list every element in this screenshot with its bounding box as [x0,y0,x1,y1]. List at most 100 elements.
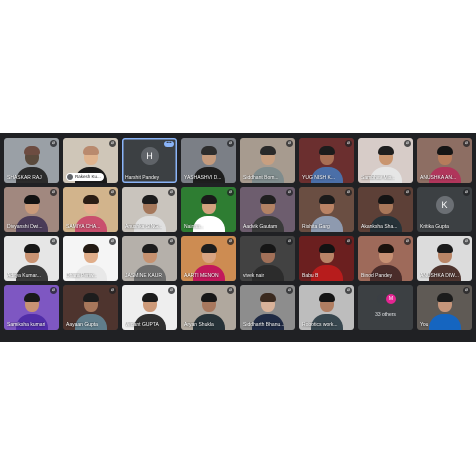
participant-name: YUG NISH K... [302,175,336,181]
person-hair [436,146,453,155]
person-hair [259,293,276,302]
participant-tile[interactable]: ⌀ Anushka SING... [122,187,177,232]
person-hair [318,195,335,204]
participant-tile[interactable]: ⌀ Babu B [299,236,354,281]
participant-name: AARTI MENON [184,273,219,279]
participant-name: ANUSHKA DIW... [420,273,459,279]
participant-name: Rishita Garg [302,224,330,230]
participant-tile[interactable]: ⌀ Sambhav Mis... [358,138,413,183]
person-hair [23,244,40,253]
participant-tile[interactable]: ⌀ Binod Pandey [358,236,413,281]
person-hair [200,146,217,155]
participant-name: Vedant GUPTA [125,322,159,328]
participant-tile[interactable]: ⌀ Robotics work... [299,285,354,330]
others-tile[interactable]: M 33 others [358,285,413,330]
participant-tile[interactable]: ⌀ Rakesh Ku... [63,138,118,183]
participant-name: Robotics work... [302,322,338,328]
participant-tile[interactable]: ⌀ Vedant GUPTA [122,285,177,330]
person-hair [23,293,40,302]
mic-off-icon: ⌀ [286,238,293,245]
participant-tile[interactable]: ⌀ Aryan Shukla [181,285,236,330]
mic-off-icon: ⌀ [50,140,57,147]
participant-name: SHASKAR RAJ [7,175,42,181]
mic-off-icon: ⌀ [109,140,116,147]
avatar: K [435,196,454,214]
participant-name: JASMINE KAUR [125,273,162,279]
mic-off-icon: ⌀ [109,287,116,294]
participant-tile[interactable]: ⌀ Aditya Kumar... [4,236,59,281]
mic-off-icon: ⌀ [109,238,116,245]
mic-off-icon: ⌀ [345,140,352,147]
participant-tile[interactable]: ⌀ Dhara Periw... [63,236,118,281]
person-hair [377,146,394,155]
others-count: 33 others [375,312,396,318]
person-hair [141,244,158,253]
mic-off-icon: ⌀ [463,140,470,147]
participant-tile[interactable]: ⌀ JASMINE KAUR [122,236,177,281]
participant-grid: ⌀ SHASKAR RAJ ⌀ Rakesh Ku... H ••• Harshit Pan… [4,138,472,330]
participant-name: Nainaa... [184,224,205,230]
participant-tile[interactable]: ⌀ Aayaan Gupta [63,285,118,330]
participant-tile[interactable]: ⌀ ANUSHKA DIW... [417,236,472,281]
mic-off-icon: ⌀ [50,287,57,294]
participant-name: Siddhant Bom... [243,175,279,181]
person-hair [200,244,217,253]
participant-name: You [420,322,429,328]
person-hair [377,244,394,253]
participant-tile[interactable]: ⌀ SHASKAR RAJ [4,138,59,183]
participant-tile[interactable]: ⌀ Aadvik Gautam [240,187,295,232]
participant-name: Harshit Pandey [125,175,160,181]
mic-off-icon: ⌀ [345,238,352,245]
mic-off-icon: ⌀ [168,189,175,196]
mic-off-icon: ⌀ [168,287,175,294]
participant-tile[interactable]: ⌀ Divyanshi Dwi... [4,187,59,232]
mic-off-icon: ⌀ [50,238,57,245]
participant-name: vivek nair [243,273,265,279]
person-hair [141,195,158,204]
participant-name: Anushka SING... [125,224,163,230]
person-hair [23,195,40,204]
mic-off-icon: ⌀ [345,287,352,294]
participant-tile[interactable]: ⌀ Rishita Garg [299,187,354,232]
participant-tile[interactable]: ⌀ SAMIYA CHA... [63,187,118,232]
participant-name: Aadvik Gautam [243,224,278,230]
participant-tile[interactable]: H ••• Harshit Pandey [122,138,177,183]
mic-off-icon: ⌀ [404,238,411,245]
avatar [67,174,73,180]
person-hair [436,244,453,253]
participant-name: Sambhav Mis... [361,175,396,181]
participant-tile[interactable]: ⌀ Akanksha Sha... [358,187,413,232]
participant-tile[interactable]: ⌀ YASHASHVI D... [181,138,236,183]
meeting-window: ⌀ SHASKAR RAJ ⌀ Rakesh Ku... H ••• Harshit Pan… [0,133,476,342]
participant-tile[interactable]: ⌀ AARTI MENON [181,236,236,281]
mic-off-icon: ⌀ [463,287,470,294]
participant-tile[interactable]: ⌀ vivek nair [240,236,295,281]
person-hair [82,195,99,204]
person-hair [259,146,276,155]
mic-off-icon: ⌀ [404,189,411,196]
participant-name: Samiksha kumari [7,322,46,328]
participant-name: Divyanshi Dwi... [7,224,43,230]
others-avatar: M [386,294,396,304]
participant-tile[interactable]: ⌀ YUG NISH K... [299,138,354,183]
participant-name: Siddharth Bhanu... [243,322,285,328]
participant-tile[interactable]: ⌀ Siddhant Bom... [240,138,295,183]
participant-tile[interactable]: ⌀ Nainaa... [181,187,236,232]
person-hair [200,293,217,302]
person-hair [82,293,99,302]
participant-tile[interactable]: ⌀ Siddharth Bhanu... [240,285,295,330]
mic-off-icon: ⌀ [227,238,234,245]
person-hair [436,293,453,302]
participant-tile[interactable]: ⌀ ANUSHKA AN... [417,138,472,183]
participant-name: Dhara Periw... [66,273,98,279]
participant-tile[interactable]: ⌀ Samiksha kumari [4,285,59,330]
participant-name: Babu B [302,273,319,279]
more-options-icon[interactable]: ••• [164,141,174,147]
mic-off-icon: ⌀ [345,189,352,196]
person-hair [318,293,335,302]
mic-off-icon: ⌀ [286,140,293,147]
mic-off-icon: ⌀ [463,189,470,196]
participant-tile[interactable]: K ⌀ Kritika Gupta [417,187,472,232]
participant-name: Rakesh Ku... [66,173,104,181]
participant-tile[interactable]: ⌀ You [417,285,472,330]
